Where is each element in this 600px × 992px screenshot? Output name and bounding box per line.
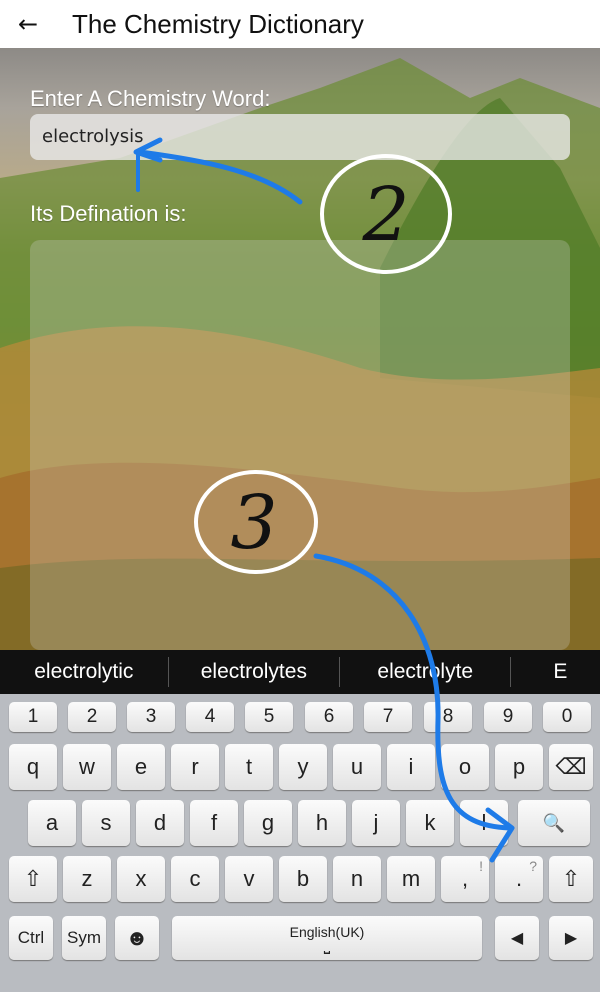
key-g[interactable]: g	[244, 800, 292, 846]
sym-key[interactable]: Sym	[62, 916, 106, 960]
key-4[interactable]: 4	[186, 702, 234, 732]
key-u[interactable]: u	[333, 744, 381, 790]
suggestion-item[interactable]: electrolytes	[169, 650, 339, 694]
emoji-icon: ☻	[125, 925, 149, 950]
key-e[interactable]: e	[117, 744, 165, 790]
period-alt-label: ?	[529, 858, 537, 874]
key-r[interactable]: r	[171, 744, 219, 790]
key-3[interactable]: 3	[127, 702, 175, 732]
key-y[interactable]: y	[279, 744, 327, 790]
key-o[interactable]: o	[441, 744, 489, 790]
emoji-key[interactable]: ☻	[115, 916, 159, 960]
suggestion-item[interactable]: electrolytic	[0, 650, 168, 694]
key-t[interactable]: t	[225, 744, 273, 790]
key-v[interactable]: v	[225, 856, 273, 902]
search-key[interactable]: 🔍	[518, 800, 590, 846]
key-7[interactable]: 7	[364, 702, 412, 732]
key-p[interactable]: p	[495, 744, 543, 790]
word-input[interactable]: electrolysis	[30, 114, 570, 160]
key-j[interactable]: j	[352, 800, 400, 846]
key-q[interactable]: q	[9, 744, 57, 790]
app-bar: ← The Chemistry Dictionary	[0, 0, 600, 48]
ctrl-key[interactable]: Ctrl	[9, 916, 53, 960]
period-label: .	[515, 866, 523, 891]
suggestion-bar: electrolytic electrolytes electrolyte E	[0, 650, 600, 694]
word-prompt-label: Enter A Chemistry Word:	[30, 86, 271, 111]
key-c[interactable]: c	[171, 856, 219, 902]
key-2[interactable]: 2	[68, 702, 116, 732]
key-h[interactable]: h	[298, 800, 346, 846]
key-a[interactable]: a	[28, 800, 76, 846]
backspace-key[interactable]: ⌫	[549, 744, 593, 790]
shift-key[interactable]: ⇧	[9, 856, 57, 902]
key-n[interactable]: n	[333, 856, 381, 902]
key-s[interactable]: s	[82, 800, 130, 846]
key-m[interactable]: m	[387, 856, 435, 902]
comma-alt-label: !	[479, 858, 483, 874]
key-8[interactable]: 8	[424, 702, 472, 732]
on-screen-keyboard: 1 2 3 4 5 6 7 8 9 0 q w e r t y u i o p …	[0, 694, 600, 992]
shift-icon: ⇧	[561, 866, 581, 891]
definition-box	[30, 240, 570, 650]
key-f[interactable]: f	[190, 800, 238, 846]
key-z[interactable]: z	[63, 856, 111, 902]
key-9[interactable]: 9	[484, 702, 532, 732]
key-l[interactable]: l	[460, 800, 508, 846]
cursor-left-icon[interactable]: ◀	[495, 916, 539, 960]
cursor-right-icon[interactable]: ▶	[549, 916, 593, 960]
page-title: The Chemistry Dictionary	[72, 8, 364, 39]
key-6[interactable]: 6	[305, 702, 353, 732]
definition-label: Its Defination is:	[30, 201, 187, 226]
key-d[interactable]: d	[136, 800, 184, 846]
key-0[interactable]: 0	[543, 702, 591, 732]
search-icon: 🔍	[542, 812, 566, 833]
key-i[interactable]: i	[387, 744, 435, 790]
key-w[interactable]: w	[63, 744, 111, 790]
suggestion-item[interactable]: E	[511, 650, 600, 694]
key-x[interactable]: x	[117, 856, 165, 902]
comma-key[interactable]: , !	[441, 856, 489, 902]
word-input-value: electrolysis	[42, 126, 144, 147]
key-b[interactable]: b	[279, 856, 327, 902]
backspace-icon: ⌫	[555, 754, 587, 779]
space-key[interactable]: English(UK) ⎵	[172, 916, 482, 960]
comma-label: ,	[461, 866, 469, 891]
key-5[interactable]: 5	[245, 702, 293, 732]
key-k[interactable]: k	[406, 800, 454, 846]
back-glyph: ←	[17, 10, 39, 38]
shift-icon: ⇧	[23, 866, 43, 891]
period-key[interactable]: . ?	[495, 856, 543, 902]
shift-key-right[interactable]: ⇧	[549, 856, 593, 902]
arrow-left-icon[interactable]: ←	[0, 0, 56, 48]
space-icon: ⎵	[323, 937, 331, 954]
suggestion-item[interactable]: electrolyte	[340, 650, 510, 694]
key-1[interactable]: 1	[9, 702, 57, 732]
